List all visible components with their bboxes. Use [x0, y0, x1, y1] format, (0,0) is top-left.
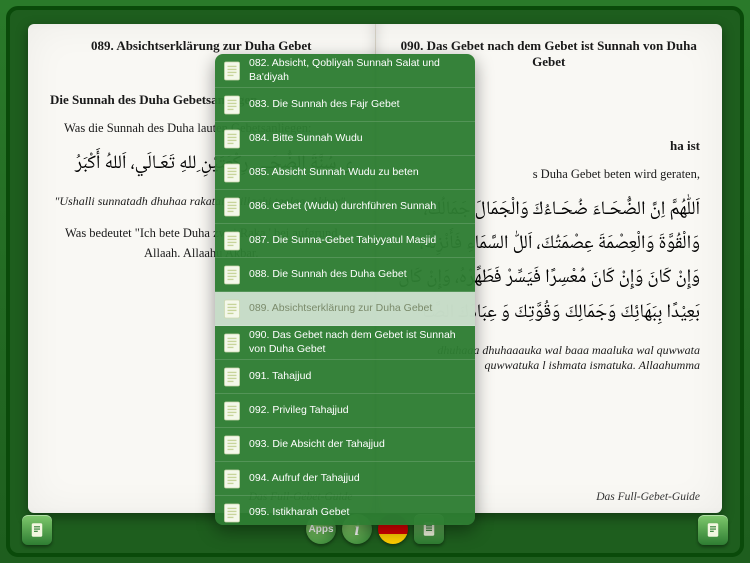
page-right-footer: Das Full-Gebet-Guide	[596, 491, 700, 503]
document-icon	[223, 366, 241, 388]
document-icon	[28, 521, 46, 539]
page-left-title: 089. Absichtserklärung zur Duha Gebet	[50, 38, 353, 54]
page-right-shortcut-button[interactable]	[698, 515, 728, 545]
chapter-item[interactable]: 095. Istikharah Gebet	[215, 496, 475, 525]
chapter-item[interactable]: 091. Tahajjud	[215, 360, 475, 394]
chapter-item-label: 095. Istikharah Gebet	[249, 506, 349, 519]
document-icon	[223, 230, 241, 252]
chapter-item[interactable]: 088. Die Sunnah des Duha Gebet	[215, 258, 475, 292]
chapter-item[interactable]: 084. Bitte Sunnah Wudu	[215, 122, 475, 156]
document-icon	[223, 196, 241, 218]
document-icon	[223, 332, 241, 354]
document-icon	[223, 128, 241, 150]
document-icon	[223, 60, 241, 82]
chapter-item[interactable]: 093. Die Absicht der Tahajjud	[215, 428, 475, 462]
chapter-item[interactable]: 092. Privileg Tahajjud	[215, 394, 475, 428]
document-icon	[223, 400, 241, 422]
chapter-item-label: 083. Die Sunnah des Fajr Gebet	[249, 98, 400, 111]
chapter-item[interactable]: 087. Die Sunna-Gebet Tahiyyatul Masjid	[215, 224, 475, 258]
chapter-item-label: 091. Tahajjud	[249, 370, 311, 383]
document-icon	[223, 264, 241, 286]
menu-pointer	[445, 523, 463, 525]
chapter-item-label: 094. Aufruf der Tahajjud	[249, 472, 360, 485]
document-icon	[223, 434, 241, 456]
chapter-item[interactable]: 094. Aufruf der Tahajjud	[215, 462, 475, 496]
toolbar-right	[698, 515, 728, 545]
chapter-item-label: 082. Absicht, Qobliyah Sunnah Salat und …	[249, 57, 467, 83]
chapter-item-label: 087. Die Sunna-Gebet Tahiyyatul Masjid	[249, 234, 436, 247]
document-icon	[223, 502, 241, 524]
apps-label: Apps	[309, 524, 334, 535]
document-icon	[223, 94, 241, 116]
chapter-item-label: 092. Privileg Tahajjud	[249, 404, 349, 417]
page-left-shortcut-button[interactable]	[22, 515, 52, 545]
flag-stripe-bot	[378, 534, 408, 544]
chapter-item[interactable]: 085. Absicht Sunnah Wudu zu beten	[215, 156, 475, 190]
chapter-item-label: 084. Bitte Sunnah Wudu	[249, 132, 363, 145]
chapter-item-label: 088. Die Sunnah des Duha Gebet	[249, 268, 407, 281]
chapter-item-label: 093. Die Absicht der Tahajjud	[249, 438, 385, 451]
chapter-item-label: 085. Absicht Sunnah Wudu zu beten	[249, 166, 419, 179]
app-frame: 089. Absichtserklärung zur Duha Gebet Di…	[6, 6, 744, 557]
chapter-menu[interactable]: 082. Absicht, Qobliyah Sunnah Salat und …	[215, 54, 475, 525]
chapter-item[interactable]: 090. Das Gebet nach dem Gebet ist Sunnah…	[215, 326, 475, 360]
chapter-item-label: 090. Das Gebet nach dem Gebet ist Sunnah…	[249, 329, 467, 355]
toolbar-left	[22, 515, 52, 545]
chapter-item[interactable]: 089. Absichtserklärung zur Duha Gebet	[215, 292, 475, 326]
chapter-item[interactable]: 083. Die Sunnah des Fajr Gebet	[215, 88, 475, 122]
document-icon	[704, 521, 722, 539]
document-icon	[223, 468, 241, 490]
chapter-item-label: 089. Absichtserklärung zur Duha Gebet	[249, 302, 432, 315]
document-icon	[223, 162, 241, 184]
flag-stripe-mid	[378, 524, 408, 534]
document-icon	[223, 298, 241, 320]
chapter-item[interactable]: 082. Absicht, Qobliyah Sunnah Salat und …	[215, 54, 475, 88]
chapter-item[interactable]: 086. Gebet (Wudu) durchführen Sunnah	[215, 190, 475, 224]
chapter-item-label: 086. Gebet (Wudu) durchführen Sunnah	[249, 200, 436, 213]
